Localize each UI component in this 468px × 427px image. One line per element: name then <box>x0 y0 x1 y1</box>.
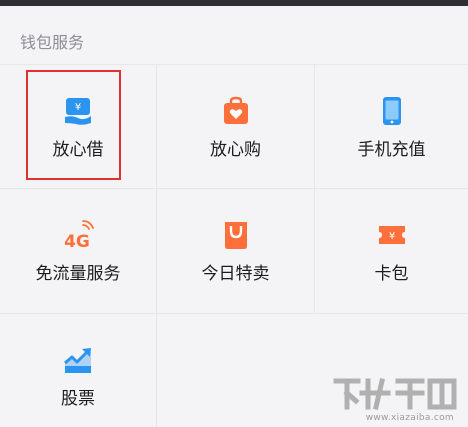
service-fangxingou[interactable]: 放心购 <box>157 65 315 189</box>
card-ticket-icon: ¥ <box>378 226 405 244</box>
service-card-wallet[interactable]: ¥ 卡包 <box>315 189 468 314</box>
service-phone-topup[interactable]: 手机充值 <box>315 65 468 189</box>
stock-chart-icon <box>64 348 91 373</box>
service-stocks[interactable]: 股票 <box>0 314 157 427</box>
watermark-glyph-icon <box>333 378 457 410</box>
watermark-logo: www.xiazaiba.com <box>330 373 460 425</box>
phone-topup-icon <box>382 97 401 125</box>
service-label: 放心购 <box>210 140 261 160</box>
service-label: 今日特卖 <box>201 264 270 284</box>
service-label: 放心借 <box>52 140 104 160</box>
svg-text:¥: ¥ <box>75 102 81 113</box>
section-header: 钱包服务 <box>0 6 468 65</box>
sale-bag-icon <box>224 222 247 249</box>
svg-text:¥: ¥ <box>388 231 394 242</box>
loan-yen-hand-icon: ¥ <box>65 98 91 125</box>
4g-signal-icon: 4G <box>64 220 94 251</box>
service-fangxinjie[interactable]: ¥ 放心借 <box>0 65 157 189</box>
service-label: 卡包 <box>374 264 409 284</box>
section-title: 钱包服务 <box>20 33 85 52</box>
service-label: 手机充值 <box>357 140 426 160</box>
service-daily-sale[interactable]: 今日特卖 <box>157 189 315 314</box>
shopping-bag-heart-icon <box>223 96 248 124</box>
service-label: 免流量服务 <box>35 264 121 284</box>
service-free-data[interactable]: 4G 免流量服务 <box>0 189 157 314</box>
service-label: 股票 <box>61 389 95 409</box>
watermark-site: www.xiazaiba.com <box>365 413 454 423</box>
svg-text:4G: 4G <box>64 232 90 251</box>
